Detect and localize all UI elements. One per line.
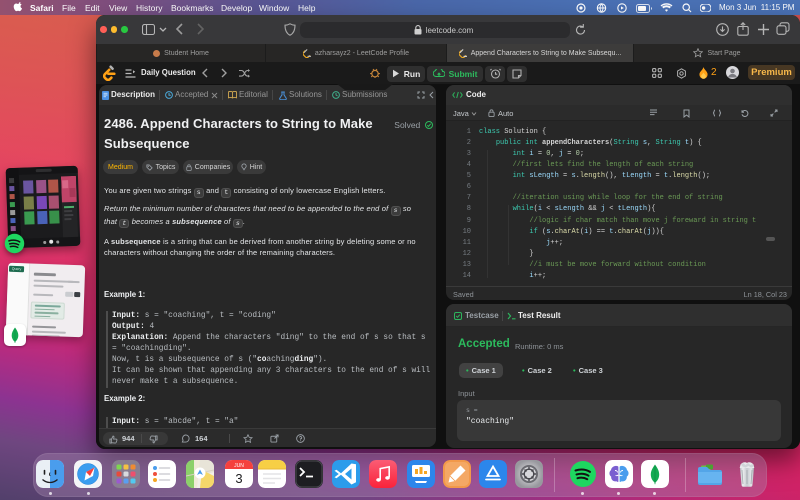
svg-text:3: 3	[235, 471, 242, 486]
svg-text:JUN: JUN	[234, 463, 244, 469]
